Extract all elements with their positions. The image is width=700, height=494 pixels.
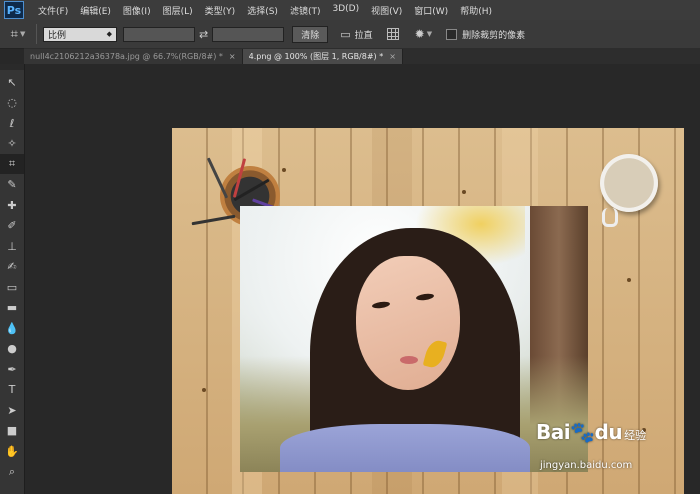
history-brush-tool[interactable]: ✍ [0,257,24,277]
overlay-grid-icon[interactable] [386,28,399,40]
menu-item-6[interactable]: 滤镜(T) [284,4,327,17]
eyedropper-tool[interactable]: ✎ [0,175,24,195]
shape-tool[interactable]: ■ [0,421,24,441]
coffee-cup-image [600,154,658,212]
wood-knot [462,190,466,194]
brush-icon: ✐ [7,219,17,232]
menu-item-4[interactable]: 类型(Y) [199,4,242,17]
marquee-tool[interactable]: ◌ [0,93,24,113]
clear-button[interactable]: 清除 [292,25,329,43]
ratio-select-value: 比例 [48,30,67,41]
type-icon: T [8,383,16,396]
history-brush-icon: ✍ [7,260,17,273]
gradient-tool[interactable]: ▬ [0,298,24,318]
height-input[interactable] [212,26,285,42]
straighten-button[interactable]: 拉直 [355,28,373,41]
move-tool[interactable]: ↖ [0,72,24,92]
coffee-cup-handle [602,208,618,227]
chevron-down-icon: ▼ [19,30,26,38]
menu-item-8[interactable]: 视图(V) [365,4,408,17]
healing-tool[interactable]: ✚ [0,195,24,215]
brush-tool[interactable]: ✐ [0,216,24,236]
healing-icon: ✚ [7,198,17,212]
watermark-logo: Bai [536,420,571,444]
panel-grip[interactable] [0,64,24,70]
menu-item-9[interactable]: 窗口(W) [408,4,454,17]
swap-icon[interactable]: ⇄ [199,28,208,41]
marquee-icon: ◌ [7,96,17,109]
type-tool[interactable]: T [0,380,24,400]
wood-knot [202,388,206,392]
menu-item-2[interactable]: 图像(I) [117,4,157,17]
gear-icon[interactable]: ✹ [415,27,425,41]
path-select-tool[interactable]: ➤ [0,400,24,420]
lasso-icon: ℓ [9,116,15,130]
crop-tool[interactable]: ⌗ [0,154,24,174]
pen [191,214,236,226]
menu-item-10[interactable]: 帮助(H) [454,4,498,17]
move-icon: ↖ [7,75,17,89]
menu-item-5[interactable]: 选择(S) [241,4,284,17]
path-select-icon: ➤ [7,403,17,417]
wood-knot [282,168,286,172]
menu-item-1[interactable]: 编辑(E) [74,4,117,17]
options-bar: ⌗ ▼ 比例 ◆ ⇄ 清除 ▭ 拉直 ✹ ▼ 删除裁剪的像素 [0,20,700,49]
divider [36,24,37,44]
tab-document-2[interactable]: 4.png @ 100% (图层 1, RGB/8#) * × [242,49,403,64]
quick-select-icon: ✧ [7,137,17,150]
pen-tool[interactable]: ✒ [0,359,24,379]
dodge-icon: ● [7,342,17,355]
zoom-icon: ⌕ [8,464,16,478]
eraser-tool[interactable]: ▭ [0,277,24,297]
zoom-tool[interactable]: ⌕ [0,462,24,482]
watermark-url: jingyan.baidu.com [540,460,633,471]
photo-sweater [280,424,530,472]
stamp-tool[interactable]: ⊥ [0,236,24,256]
ratio-select[interactable]: 比例 ◆ [43,26,117,42]
menu-item-0[interactable]: 文件(F) [32,4,74,17]
hand-tool[interactable]: ✋ [0,441,24,461]
crop-tool-preset-picker[interactable]: ⌗ ▼ [6,24,30,44]
updown-icon: ◆ [106,30,112,38]
crop-icon: ⌗ [8,157,16,170]
eraser-icon: ▭ [6,280,18,294]
eyedropper-icon: ✎ [7,178,17,191]
tab-label: 4.png @ 100% (图层 1, RGB/8#) * [248,52,384,61]
wood-knot [627,278,631,282]
quick-select-tool[interactable]: ✧ [0,134,24,154]
baidu-watermark: Bai🐾du 经验 [536,420,646,444]
dodge-tool[interactable]: ● [0,339,24,359]
menu-bar: Ps 文件(F) 编辑(E) 图像(I) 图层(L) 类型(Y) 选择(S) 滤镜(T) 3D… [0,0,700,20]
gradient-icon: ▬ [6,301,18,314]
blur-icon: 💧 [5,321,19,335]
delete-cropped-label: 删除裁剪的像素 [462,30,526,41]
close-icon[interactable]: × [229,52,236,61]
paw-icon: 🐾 [570,420,595,444]
delete-cropped-checkbox[interactable] [446,28,458,40]
crop-icon: ⌗ [10,26,18,42]
straighten-icon[interactable]: ▭ [340,28,350,41]
lasso-tool[interactable]: ℓ [0,113,24,133]
hand-icon: ✋ [5,444,19,458]
photo-lips [400,356,418,364]
blur-tool[interactable]: 💧 [0,318,24,338]
document-tab-bar: null4c2106212a36378a.jpg @ 66.7%(RGB/8#)… [24,48,700,64]
menu-items: 文件(F) 编辑(E) 图像(I) 图层(L) 类型(Y) 选择(S) 滤镜(T) 3D(D)… [32,4,498,17]
watermark-sub: 经验 [624,429,647,442]
tab-document-1[interactable]: null4c2106212a36378a.jpg @ 66.7%(RGB/8#)… [24,49,243,64]
photoshop-logo: Ps [4,1,24,19]
photo-face [356,256,460,390]
pen-icon: ✒ [7,362,17,376]
tab-label: null4c2106212a36378a.jpg @ 66.7%(RGB/8#)… [30,52,223,61]
tools-panel: ↖ ◌ ℓ ✧ ⌗ ✎ ✚ ✐ ⊥ ✍ ▭ ▬ 💧 ● ✒ T ➤ ■ ✋ ⌕ [0,64,25,494]
chevron-down-icon: ▼ [426,30,433,38]
menu-item-3[interactable]: 图层(L) [157,4,199,17]
close-icon[interactable]: × [389,52,396,61]
width-input[interactable] [123,26,195,42]
watermark-logo-suffix: du [594,420,623,444]
shape-icon: ■ [6,424,18,437]
stamp-icon: ⊥ [7,239,17,253]
menu-item-7[interactable]: 3D(D) [326,4,365,17]
